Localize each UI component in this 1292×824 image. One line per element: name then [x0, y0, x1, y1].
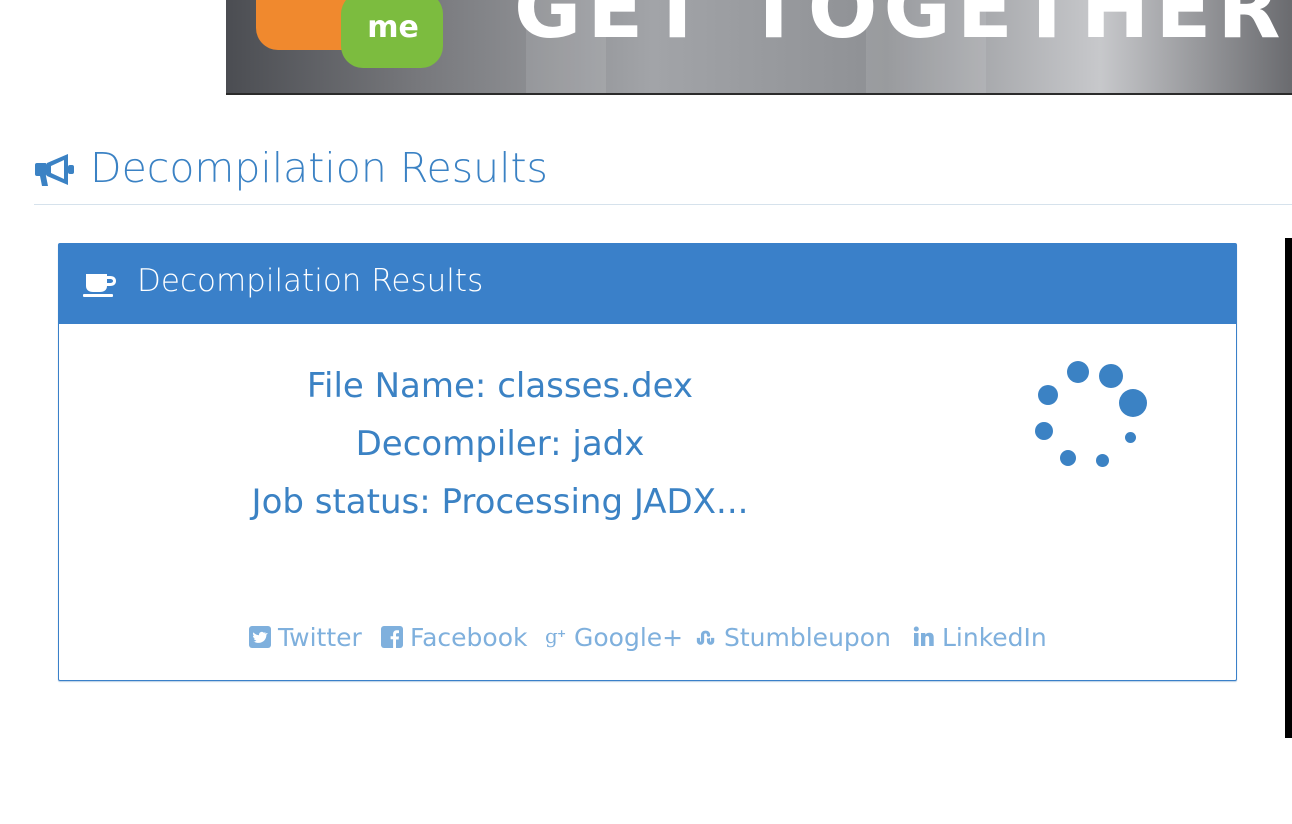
job-status-line: Job status: Processing JADX...: [251, 482, 749, 522]
right-side-bar: [1285, 238, 1292, 738]
bullhorn-icon: [35, 154, 74, 186]
panel-title: Decompilation Results: [137, 263, 484, 299]
share-twitter-link[interactable]: Twitter: [249, 620, 362, 654]
decompiler-line: Decompiler: jadx: [355, 424, 645, 464]
results-panel: Decompilation Results File Name: classes…: [58, 243, 1237, 681]
banner-headline: GET TOGETHER: [514, 0, 1287, 57]
facebook-square-icon: [381, 626, 403, 648]
stumbleupon-icon: [695, 626, 717, 648]
share-google-plus-label: Google+: [574, 622, 684, 652]
share-linkedin-label: LinkedIn: [942, 622, 1047, 652]
advertisement-banner[interactable]: me GET TOGETHER: [226, 0, 1292, 95]
twitter-square-icon: [249, 626, 271, 648]
share-twitter-label: Twitter: [278, 622, 362, 652]
share-facebook-label: Facebook: [410, 622, 528, 652]
panel-heading: Decompilation Results: [59, 244, 1236, 324]
banner-badge-text: me: [367, 10, 419, 45]
social-share-links: Twitter Facebook g + Google+ Stumbleupon…: [59, 620, 1236, 654]
coffee-cup-icon: [83, 274, 116, 297]
page-header: Decompilation Results: [34, 140, 1292, 205]
svg-text:+: +: [557, 627, 566, 640]
google-plus-icon: g +: [545, 626, 567, 648]
share-stumbleupon-label: Stumbleupon: [724, 622, 891, 652]
linkedin-icon: [913, 626, 935, 648]
share-linkedin-link[interactable]: LinkedIn: [913, 620, 1047, 654]
file-name-line: File Name: classes.dex: [306, 366, 694, 406]
share-stumbleupon-link[interactable]: Stumbleupon: [695, 620, 891, 654]
page-title: Decompilation Results: [90, 144, 548, 192]
loading-spinner-icon: [1029, 354, 1159, 484]
share-google-plus-link[interactable]: g + Google+: [545, 620, 683, 654]
share-facebook-link[interactable]: Facebook: [381, 620, 527, 654]
